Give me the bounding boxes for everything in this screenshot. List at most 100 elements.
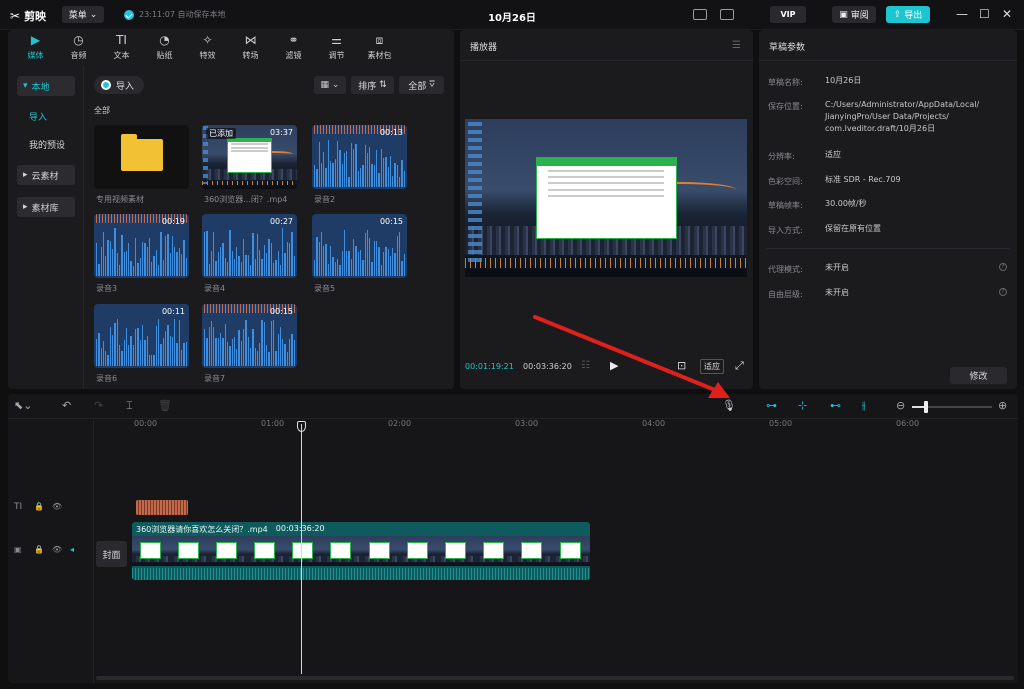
waveform-bar <box>151 354 153 366</box>
waveform-bar <box>334 262 336 276</box>
waveform-bar <box>178 248 180 276</box>
waveform-bar <box>160 344 162 366</box>
fullscreen-icon[interactable]: ⤢ <box>735 359 744 373</box>
waveform-bar <box>268 239 270 276</box>
sort-button[interactable]: 排序 ⇅ <box>351 76 394 94</box>
volume-icon[interactable]: ◂ <box>70 545 74 554</box>
media-item-audio[interactable]: 00:27 <box>202 214 297 278</box>
sidebar-item-library[interactable]: ▸ 素材库 <box>17 197 75 217</box>
linkage-icon[interactable]: ⊷ <box>830 400 841 412</box>
video-clip[interactable]: 360浏览器请你喜欢怎么关闭？.mp400:03:36:20 <box>132 522 590 580</box>
waveform-bar <box>144 243 146 276</box>
waveform-bar <box>109 240 112 276</box>
waveform-bar <box>279 327 282 366</box>
layout-icon[interactable] <box>720 9 734 20</box>
tab-transition[interactable]: ⋈ 转场 <box>229 30 272 64</box>
auto-snap-icon[interactable]: ⊹ <box>798 400 807 412</box>
ratio-button[interactable]: 适应 <box>700 359 724 374</box>
sidebar-item-presets[interactable]: 我的预设 <box>17 134 75 154</box>
tab-text[interactable]: TI 文本 <box>100 30 143 64</box>
tab-effects[interactable]: ✧ 特效 <box>186 30 229 64</box>
review-button[interactable]: ▣ 审阅 <box>832 6 876 23</box>
split-icon[interactable]: ⌶ <box>126 400 133 412</box>
eye-icon[interactable]: 👁 <box>52 502 62 511</box>
waveform-bar <box>102 232 105 276</box>
waveform-bar <box>118 345 121 366</box>
sidebar-item-local[interactable]: ▾ 本地 <box>17 76 75 96</box>
view-mode-button[interactable]: ▦ ⌄ <box>314 76 346 94</box>
waveform-bar <box>327 140 330 187</box>
media-item-audio[interactable]: 00:15 <box>202 304 297 368</box>
select-tool-icon[interactable]: ⬉⌄ <box>14 400 32 412</box>
screenshot-icon[interactable]: ⊡ <box>677 359 686 372</box>
cover-button[interactable]: 封面 <box>96 541 127 567</box>
waveform-bar <box>183 240 185 276</box>
undo-icon[interactable]: ↶ <box>62 400 71 412</box>
sidebar-item-import[interactable]: 导入 <box>17 106 75 126</box>
waveform-bar <box>341 250 343 276</box>
media-item-folder[interactable] <box>94 125 189 189</box>
tab-audio[interactable]: ◷ 音频 <box>57 30 100 64</box>
hamburger-icon[interactable]: ☰ <box>732 40 741 51</box>
filter-button[interactable]: 全部 ⩢ <box>399 76 444 94</box>
lock-icon[interactable]: 🔒 <box>34 545 44 554</box>
vip-button[interactable]: VIP <box>770 6 806 23</box>
waveform-bar <box>176 343 178 366</box>
prop-value: C:/Users/Administrator/AppData/Local/ Ji… <box>825 100 980 133</box>
waveform-bar <box>350 258 353 276</box>
zoom-slider-handle[interactable] <box>924 401 928 413</box>
delete-icon[interactable]: 🗑 <box>158 400 172 412</box>
help-icon[interactable]: ? <box>999 288 1007 296</box>
playhead[interactable] <box>301 424 302 674</box>
sidebar-item-cloud[interactable]: ▸ 云素材 <box>17 165 75 185</box>
zoom-out-icon[interactable]: ⊖ <box>896 400 905 412</box>
text-clip[interactable] <box>136 500 188 515</box>
microphone-icon[interactable]: 🎙 <box>722 400 736 412</box>
export-button[interactable]: ⇪ 导出 <box>886 6 930 23</box>
close-icon[interactable]: ✕ <box>1002 8 1012 20</box>
tab-filter[interactable]: ⚭ 滤镜 <box>272 30 315 64</box>
clip-frame <box>246 536 285 566</box>
main-track-magnet-icon[interactable]: ⊶ <box>766 400 777 412</box>
media-item-audio[interactable]: 00:19 <box>94 214 189 278</box>
frame-grid-icon[interactable]: ☷ <box>581 360 590 371</box>
waveform-bar <box>116 252 118 276</box>
media-item-audio[interactable]: 00:15 <box>312 214 407 278</box>
help-icon[interactable]: ? <box>999 263 1007 271</box>
media-item-audio[interactable]: 00:11 <box>94 304 189 368</box>
tab-adjust[interactable]: ⚌ 调节 <box>315 30 358 64</box>
tab-package[interactable]: ⧈ 素材包 <box>358 30 401 64</box>
import-button[interactable]: 导入 <box>94 76 144 94</box>
maximize-icon[interactable]: ☐ <box>979 8 990 20</box>
waveform-bar <box>320 231 323 276</box>
tab-media[interactable]: ▶ 媒体 <box>14 30 57 64</box>
minimize-icon[interactable]: — <box>956 8 968 20</box>
menu-button[interactable]: 菜单 ⌄ <box>62 6 104 23</box>
waveform-bar <box>153 256 155 276</box>
play-icon[interactable]: ▶ <box>610 359 618 372</box>
eye-icon[interactable]: 👁 <box>52 545 62 554</box>
waveform-bar <box>169 336 171 366</box>
media-item-audio[interactable]: 00:13 <box>312 125 407 189</box>
waveform-bar <box>130 260 132 276</box>
zoom-slider[interactable] <box>912 401 992 413</box>
prop-value: 适应 <box>825 150 841 159</box>
sidebar-item-label: 导入 <box>29 112 48 123</box>
media-item-video[interactable]: 已添加 03:37 <box>202 125 297 189</box>
tab-sticker[interactable]: ◔ 贴纸 <box>143 30 186 64</box>
keyboard-icon[interactable] <box>693 9 707 20</box>
redo-icon[interactable]: ↷ <box>94 400 103 412</box>
sticker-icon: ◔ <box>159 32 170 47</box>
zoom-in-icon[interactable]: ⊕ <box>998 400 1007 412</box>
modify-button[interactable]: 修改 <box>950 367 1007 384</box>
waveform-bar <box>105 350 107 366</box>
tab-label: 贴纸 <box>156 50 173 60</box>
package-icon: ⧈ <box>375 32 384 47</box>
prop-label: 保存位置: <box>768 102 803 111</box>
waveform-bar <box>245 254 247 276</box>
preview-axis-icon[interactable]: ⫲ <box>862 400 866 412</box>
lock-icon[interactable]: 🔒 <box>34 502 44 511</box>
waveform-bar <box>249 347 252 366</box>
timeline-scrollbar[interactable] <box>96 676 1014 680</box>
waveform-bar <box>109 326 112 366</box>
